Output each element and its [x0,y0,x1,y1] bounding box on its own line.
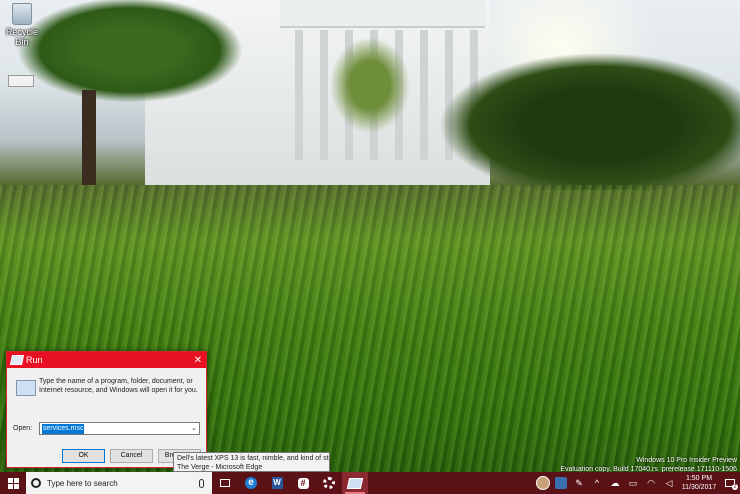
recycle-bin-icon [12,3,32,25]
volume-icon[interactable]: ◁ [660,472,678,494]
clock-time: 1:50 PM [685,475,713,482]
start-button[interactable] [0,472,26,494]
search-placeholder: Type here to search [47,478,118,488]
battery-icon[interactable]: ▭ [624,472,642,494]
tray-overflow-chevron-icon[interactable]: ^ [588,472,606,494]
taskbar-clock[interactable]: 1:50 PM 11/30/2017 [678,474,720,492]
cloud-icon[interactable]: ☁ [606,472,624,494]
run-icon [346,477,364,489]
tray-contact[interactable] [552,472,570,494]
ok-button[interactable]: OK [62,449,105,463]
taskbar-app-word[interactable]: W [264,472,290,494]
open-label: Open: [13,425,33,432]
cancel-button[interactable]: Cancel [110,449,153,463]
taskbar: Type here to search e W # ✎ ^ ☁ ▭ ◠ ◁ 1:… [0,472,740,494]
desktop-icon-label: Recycle Bin [5,27,38,47]
word-icon: W [271,477,283,489]
run-icon [9,355,25,365]
task-view-icon [220,479,230,487]
system-tray: ✎ ^ ☁ ▭ ◠ ◁ 1:50 PM 11/30/2017 2 [534,472,740,494]
run-dialog: Run ✕ Type the name of a program, folder… [6,351,207,468]
tray-people[interactable] [534,472,552,494]
notification-badge: 2 [732,484,738,490]
taskbar-app-edge[interactable]: e [238,472,264,494]
desktop-item[interactable] [8,75,34,87]
chevron-down-icon[interactable]: ⌄ [191,423,197,435]
action-center-button[interactable]: 2 [720,479,740,490]
taskbar-search-box[interactable]: Type here to search [26,472,212,494]
windows-logo-icon [7,477,19,489]
clock-date: 11/30/2017 [681,484,717,491]
notification-icon: 2 [725,479,738,490]
open-input-value[interactable]: services.msc [42,423,85,434]
run-program-icon [16,380,36,396]
pen-icon[interactable]: ✎ [570,472,588,494]
avatar [536,476,550,490]
slack-icon: # [297,477,309,489]
close-icon[interactable]: ✕ [190,355,206,366]
taskbar-tooltip: Dell's latest XPS 13 is fast, nimble, an… [173,452,330,472]
contact-avatar [555,477,567,489]
edge-icon: e [245,477,257,489]
microphone-icon[interactable] [199,478,204,488]
run-dialog-title: Run [26,355,43,365]
cortana-icon [31,478,41,488]
desktop-icon-recycle-bin[interactable]: Recycle Bin [2,3,42,47]
run-dialog-titlebar[interactable]: Run ✕ [7,352,206,368]
wifi-icon[interactable]: ◠ [642,472,660,494]
taskbar-app-settings[interactable] [316,472,342,494]
taskbar-task-view[interactable] [212,472,238,494]
gear-icon [323,477,335,489]
taskbar-app-run[interactable] [342,472,368,494]
taskbar-app-slack[interactable]: # [290,472,316,494]
run-dialog-description: Type the name of a program, folder, docu… [39,378,198,394]
open-combobox[interactable]: services.msc ⌄ [39,422,200,435]
